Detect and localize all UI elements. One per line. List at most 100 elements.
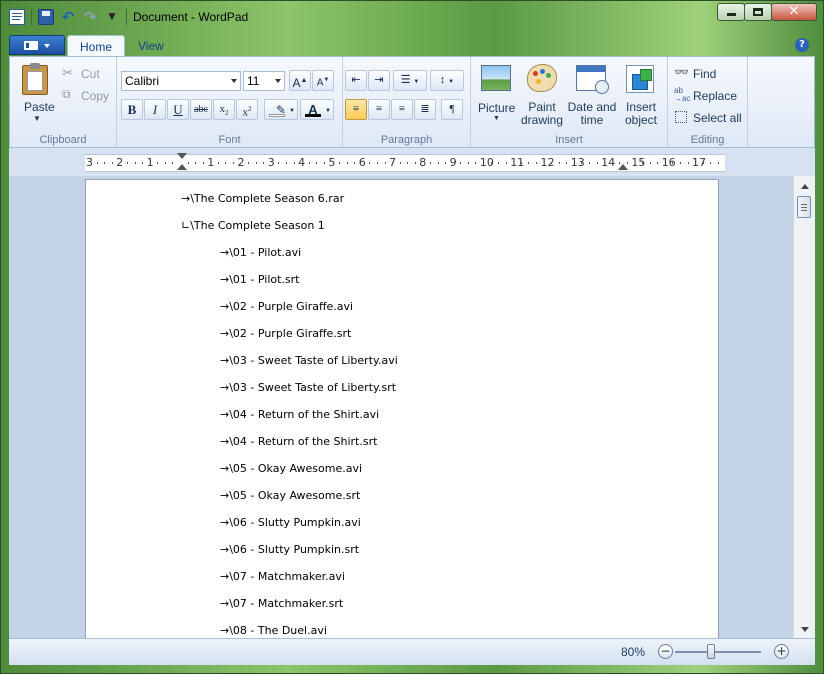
- line-spacing-button[interactable]: ↕ ▼: [430, 70, 464, 91]
- copy-button[interactable]: ⧉ Copy: [62, 87, 114, 105]
- ruler-tick: [611, 162, 613, 164]
- chevron-down-icon: ▼: [493, 115, 500, 122]
- ruler-number: 5: [328, 156, 336, 169]
- quick-access-toolbar: ↶ ↷ ▼: [9, 9, 127, 25]
- ruler-tick: [263, 162, 265, 164]
- shrink-font-button[interactable]: A▼: [312, 70, 334, 91]
- ruler-tick: [566, 162, 568, 164]
- paste-button[interactable]: Paste ▼: [18, 63, 58, 127]
- document-line: →\03 - Sweet Taste of Liberty.avi: [220, 354, 398, 367]
- zoom-slider-thumb[interactable]: [707, 644, 716, 659]
- ruler-number: 2: [237, 156, 245, 169]
- ruler-tick: [498, 162, 500, 164]
- first-line-indent-marker[interactable]: [177, 153, 187, 159]
- ruler-tick: [172, 162, 174, 164]
- ruler-number: 7: [389, 156, 396, 169]
- minimize-button[interactable]: [717, 3, 745, 21]
- hanging-indent-marker[interactable]: [177, 164, 187, 170]
- clipboard-group-label: Clipboard: [39, 134, 87, 146]
- chevron-down-icon: [275, 79, 281, 83]
- wordpad-app-icon[interactable]: [9, 9, 25, 25]
- document-line: →\05 - Okay Awesome.avi: [220, 462, 363, 475]
- application-menu-button[interactable]: [9, 35, 65, 55]
- strikethrough-button[interactable]: abc: [190, 99, 212, 120]
- justify-button[interactable]: ≣: [414, 99, 436, 120]
- document-page[interactable]: →\The Complete Season 6.rar ∟\The Complet…: [85, 179, 719, 638]
- ruler-tick: [126, 162, 128, 164]
- scroll-down-arrow[interactable]: [801, 627, 809, 632]
- font-family-select[interactable]: Calibri: [121, 71, 241, 91]
- date-time-label-line2: time: [580, 113, 604, 127]
- ruler-tick: [248, 162, 250, 164]
- customize-qat-icon[interactable]: ▼: [104, 9, 120, 25]
- ruler-tick: [278, 162, 280, 164]
- find-button[interactable]: 👓 Find: [674, 65, 744, 83]
- ruler-tick: [460, 162, 462, 164]
- scrollbar-thumb[interactable]: [797, 196, 811, 218]
- align-right-button[interactable]: ≡: [391, 99, 413, 120]
- document-line: →\08 - The Duel.avi: [220, 624, 327, 637]
- right-indent-marker[interactable]: [618, 164, 628, 170]
- ruler-tick: [702, 162, 704, 164]
- font-size-select[interactable]: 11: [243, 71, 285, 91]
- superscript-button[interactable]: x2: [236, 99, 258, 120]
- font-size-value: 11: [247, 74, 260, 88]
- save-icon[interactable]: [38, 9, 54, 25]
- redo-icon[interactable]: ↷: [82, 9, 98, 25]
- replace-icon: ab →ac: [674, 86, 691, 103]
- replace-button[interactable]: ab →ac Replace: [674, 87, 744, 105]
- paragraph-icon: ¶: [449, 103, 455, 115]
- ruler-tick: [157, 162, 159, 164]
- decrease-indent-button[interactable]: ⇤: [345, 70, 367, 91]
- picture-button[interactable]: Picture ▼: [477, 63, 517, 127]
- ruler-number: 4: [298, 156, 306, 169]
- ruler-number: 8: [419, 156, 427, 169]
- text-color-button[interactable]: A ▼: [300, 99, 334, 120]
- undo-icon[interactable]: ↶: [60, 9, 76, 25]
- bullets-button[interactable]: ☰ ▼: [393, 70, 427, 91]
- zoom-out-button[interactable]: −: [658, 644, 673, 659]
- ruler-tick: [596, 162, 598, 164]
- tab-home[interactable]: Home: [67, 35, 126, 58]
- bold-button[interactable]: B: [121, 99, 143, 120]
- close-button[interactable]: ✕: [771, 3, 817, 21]
- ruler-tick: [437, 162, 439, 164]
- italic-button[interactable]: I: [144, 99, 166, 120]
- help-icon[interactable]: ?: [795, 38, 809, 52]
- cut-button[interactable]: ✂ Cut: [62, 65, 114, 83]
- document-line: →\02 - Purple Giraffe.avi: [220, 300, 354, 313]
- window-frame: ↶ ↷ ▼ Document - WordPad ✕ Home View ? P…: [0, 0, 824, 674]
- ruler-tick: [589, 162, 590, 164]
- zoom-slider[interactable]: [675, 651, 761, 653]
- vertical-scrollbar[interactable]: [793, 176, 815, 638]
- insert-object-button[interactable]: Insert object: [619, 63, 663, 127]
- scroll-up-arrow[interactable]: [801, 184, 809, 189]
- highlight-color-button[interactable]: ✎ ▼: [264, 99, 298, 120]
- ruler-tick: [225, 162, 227, 164]
- increase-indent-button[interactable]: ⇥: [368, 70, 390, 91]
- zoom-in-button[interactable]: +: [774, 644, 789, 659]
- align-left-button[interactable]: ≡: [345, 99, 367, 120]
- tab-view[interactable]: View: [126, 35, 176, 57]
- ruler[interactable]: 3 2 1 1 2 3 4 5 6 7 8 9 10 11 12 13 14 15 16 17: [85, 153, 725, 172]
- underline-button[interactable]: U: [167, 99, 189, 120]
- align-left-icon: ≡: [352, 103, 360, 115]
- date-time-button[interactable]: Date and time: [567, 63, 617, 127]
- ruler-tick: [414, 162, 416, 164]
- select-all-button[interactable]: Select all: [674, 109, 746, 127]
- paragraph-dialog-button[interactable]: ¶: [441, 99, 463, 120]
- insert-object-label-line2: object: [624, 113, 658, 127]
- subscript-button[interactable]: x2: [213, 99, 235, 120]
- ruler-tick: [520, 162, 522, 164]
- align-center-button[interactable]: ≡: [368, 99, 390, 120]
- ruler-tick: [528, 162, 530, 164]
- ruler-tick: [649, 162, 651, 164]
- ruler-number: 6: [358, 156, 366, 169]
- grow-font-button[interactable]: A▲: [289, 70, 311, 91]
- paint-drawing-button[interactable]: Paint drawing: [519, 63, 565, 127]
- align-right-icon: ≡: [398, 103, 406, 115]
- maximize-button[interactable]: [744, 3, 772, 21]
- window-title: Document - WordPad: [133, 10, 249, 24]
- picture-label: Picture: [478, 101, 516, 115]
- ruler-tick: [255, 162, 257, 164]
